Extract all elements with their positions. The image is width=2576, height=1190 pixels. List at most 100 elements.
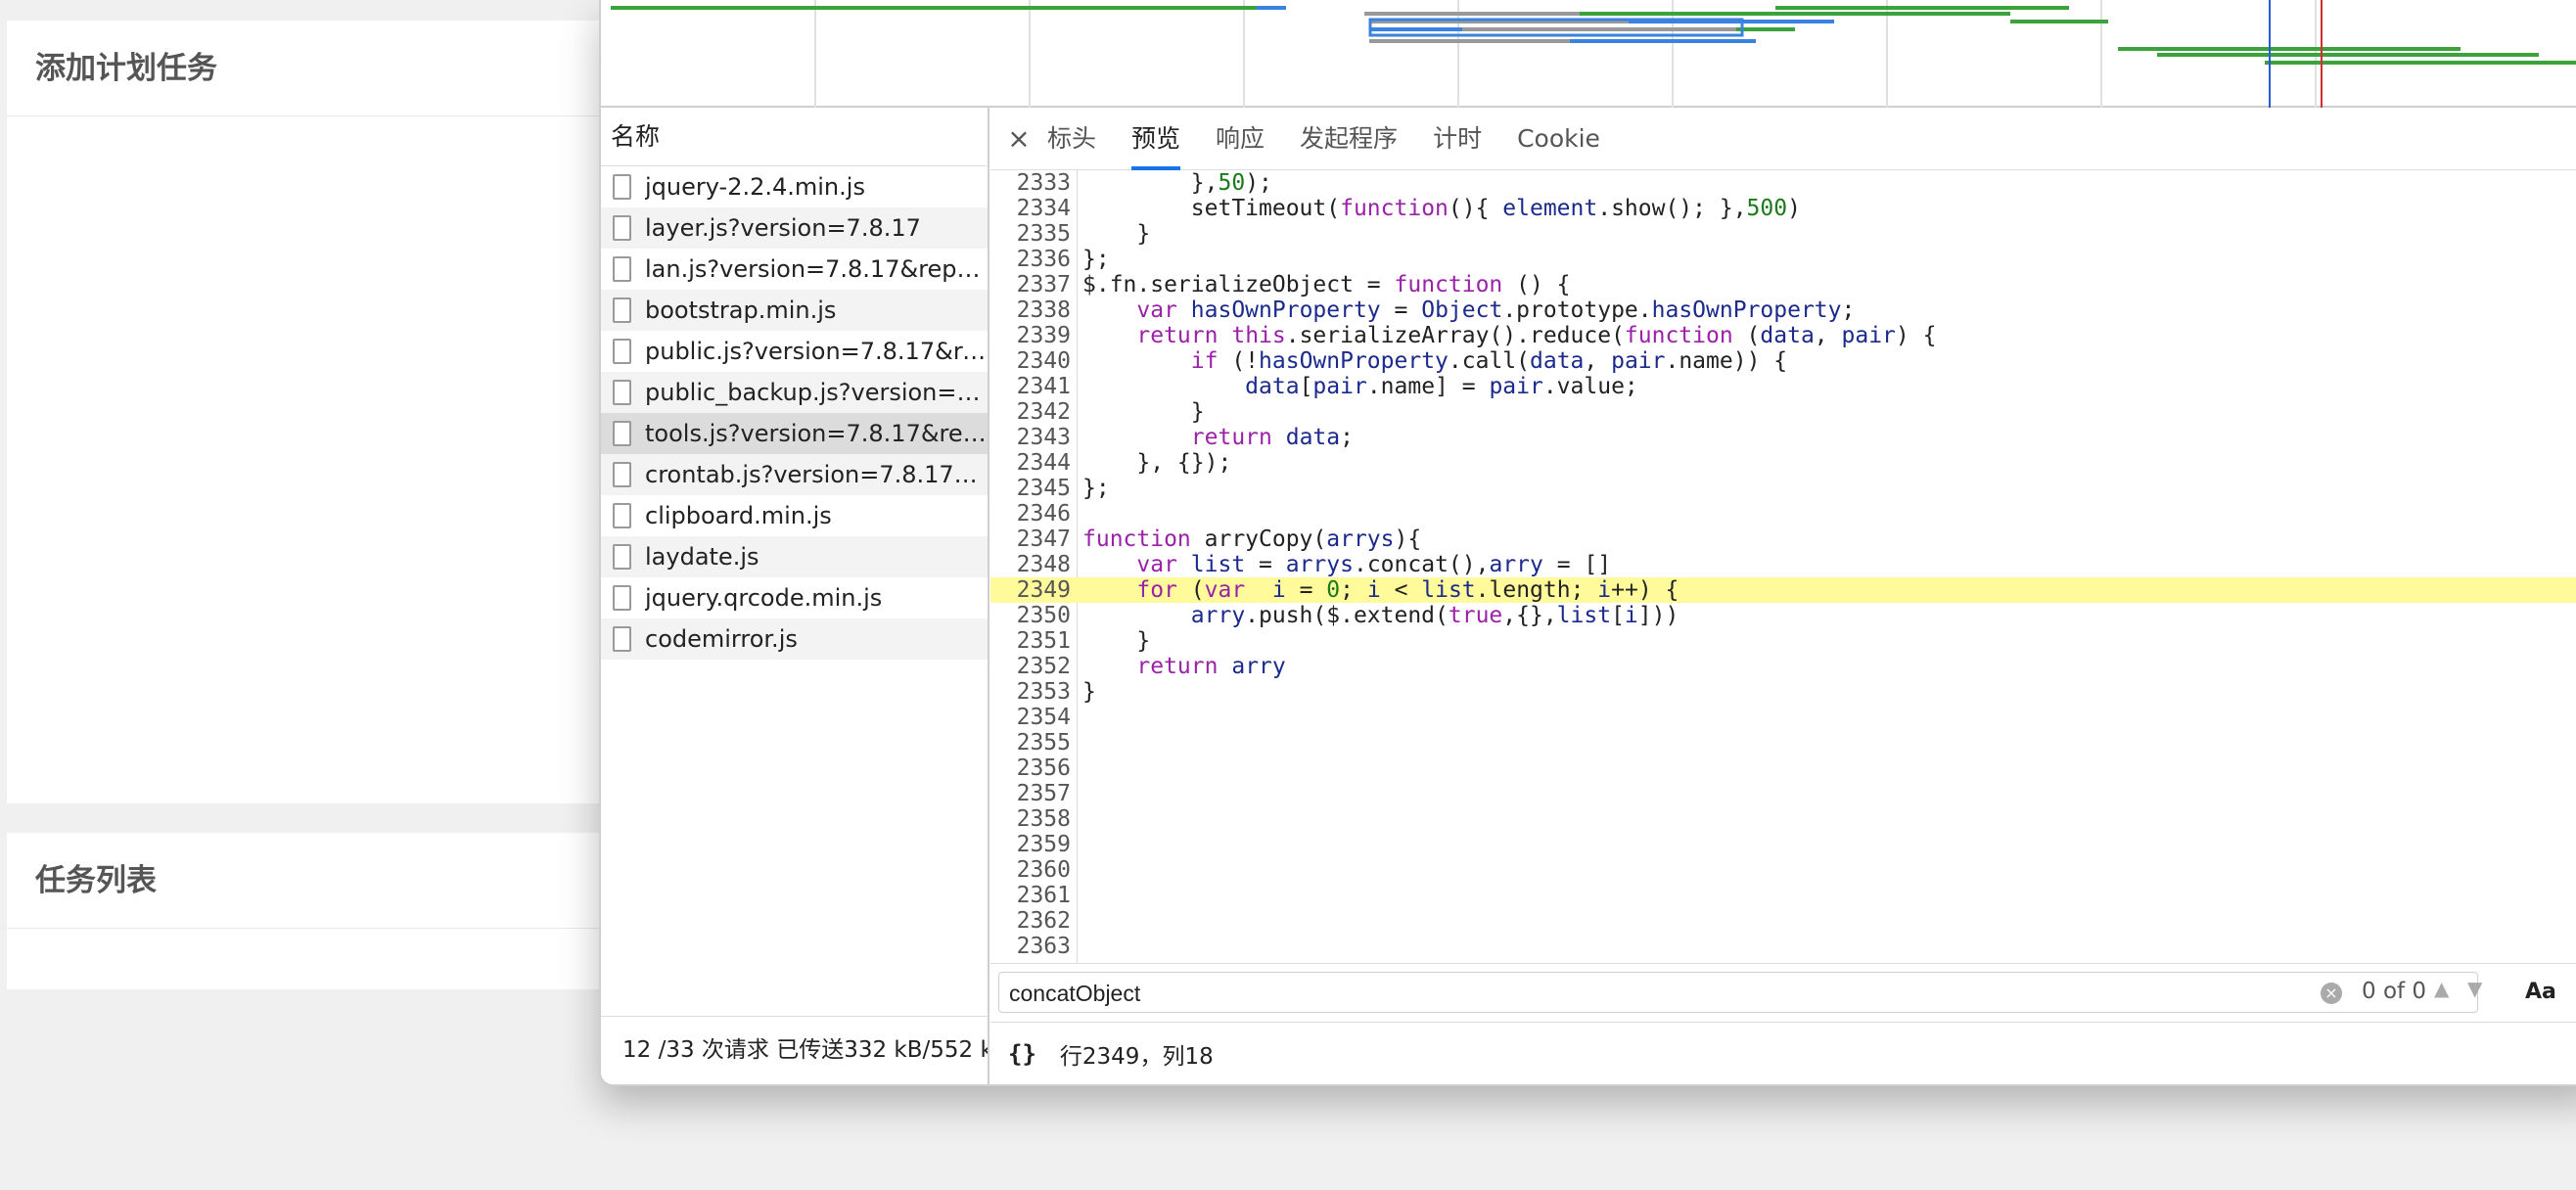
line-text: $.fn.serializeObject = function () { [1082,272,1571,298]
line-number: 2335 [1016,221,1071,247]
line-number: 2339 [1016,323,1071,348]
code-line: 2358 [990,806,2576,832]
line-text: arry.push($.extend(true,{},list[i])) [1190,603,1679,628]
tab-headers[interactable]: 标头 [1047,108,1096,170]
file-row[interactable]: public_backup.js?version=7.… [601,372,988,413]
line-number: 2340 [1016,348,1071,374]
line-number: 2357 [1016,781,1071,806]
line-number: 2333 [1016,170,1071,196]
line-number: 2336 [1016,247,1071,272]
code-line: 2347 function arryCopy(arrys){ [990,526,2576,552]
line-text: return data; [1190,425,1354,450]
code-line: 2338 var hasOwnProperty = Object.prototy… [990,298,2576,323]
code-line: 2355 [990,730,2576,755]
line-text: }; [1082,476,1110,501]
line-number: 2360 [1016,857,1071,883]
chevron-down-icon[interactable]: ▼ [2467,977,2482,1000]
file-name: jquery.qrcode.min.js [645,584,883,612]
line-text: data[pair.name] = pair.value; [1245,374,1638,399]
file-row[interactable]: jquery-2.2.4.min.js [601,166,988,207]
file-icon [613,626,631,652]
file-row[interactable]: crontab.js?version=7.8.17&re… [601,454,988,495]
line-text: } [1082,628,1151,654]
line-text: for (var i = 0; i < list.length; i++) { [1136,577,1679,603]
file-icon [613,380,631,405]
tab-initiator[interactable]: 发起程序 [1300,108,1398,170]
line-number: 2352 [1016,654,1071,679]
tab-preview[interactable]: 预览 [1131,108,1181,170]
line-number: 2354 [1016,705,1071,730]
code-line: 2336}; [990,247,2576,272]
file-row[interactable]: laydate.js [601,536,988,577]
line-text: var hasOwnProperty = Object.prototype.ha… [1136,298,1856,323]
file-row[interactable]: layer.js?version=7.8.17 [601,207,988,249]
line-number: 2362 [1016,908,1071,934]
file-icon [613,256,631,282]
code-line: 2343 return data; [990,425,2576,450]
line-text: },50); [1082,170,1272,196]
line-number: 2347 [1016,526,1071,552]
file-name: jquery-2.2.4.min.js [645,173,865,201]
code-line: 2351 } [990,628,2576,654]
pretty-print-button[interactable]: {} [1008,1040,1036,1068]
code-line: 2352 return arry [990,654,2576,679]
code-line: 2341 data[pair.name] = pair.value; [990,374,2576,399]
code-line: 2362 [990,908,2576,934]
code-line: 2354 [990,705,2576,730]
file-row[interactable]: jquery.qrcode.min.js [601,577,988,618]
timeline-chart [611,0,2576,108]
chevron-up-icon[interactable]: ▲ [2434,977,2449,1000]
preview-status-bar: {} 行2349，列18 [990,1022,2576,1084]
clear-circle-icon[interactable]: × [2321,983,2342,1004]
file-name: codemirror.js [645,625,798,653]
file-name: crontab.js?version=7.8.17&re… [645,461,988,488]
file-icon [613,585,631,611]
tab-cookie[interactable]: Cookie [1517,108,1600,170]
file-name: public_backup.js?version=7.… [645,379,988,406]
line-text: return arry [1136,654,1286,679]
code-line: 2361 [990,883,2576,908]
code-line: 2333 },50); [990,170,2576,196]
line-number: 2344 [1016,450,1071,476]
tab-response[interactable]: 响应 [1216,108,1265,170]
code-line: 2356 [990,755,2576,781]
code-line: 2346 [990,501,2576,526]
tab-timing[interactable]: 计时 [1433,108,1482,170]
line-number: 2343 [1016,425,1071,450]
search-input[interactable] [1007,976,2234,1011]
line-number: 2348 [1016,552,1071,577]
network-overview-timeline[interactable] [601,0,2576,108]
file-name: laydate.js [645,543,759,571]
match-case-button[interactable]: Aa [2525,980,2556,1004]
line-text: function arryCopy(arrys){ [1082,526,1422,552]
panel-add-task: 添加计划任务 [7,21,599,803]
code-line: 2360 [990,857,2576,883]
file-row[interactable]: public.js?version=7.8.17&rep… [601,331,988,372]
code-line: 2348 var list = arrys.concat(),arry = [] [990,552,2576,577]
code-line: 2357 [990,781,2576,806]
line-number: 2350 [1016,603,1071,628]
file-row[interactable]: lan.js?version=7.8.17&repair… [601,249,988,290]
file-icon [613,544,631,570]
file-row[interactable]: clipboard.min.js [601,495,988,536]
file-row[interactable]: codemirror.js [601,618,988,660]
close-icon[interactable]: × [990,122,1047,155]
file-name: bootstrap.min.js [645,297,837,324]
line-number: 2342 [1016,399,1071,425]
line-number: 2338 [1016,298,1071,323]
panel-title-add-task: 添加计划任务 [7,21,599,116]
code-viewer[interactable]: 2333 },50); 2334 setTimeout(function(){ e… [990,170,2576,963]
name-column-header[interactable]: 名称 [601,108,988,166]
cursor-position: 行2349，列18 [1059,1043,1214,1070]
line-text: } [1082,221,1151,247]
line-number: 2358 [1016,806,1071,832]
code-line: 2340 if (!hasOwnProperty.call(data, pair… [990,348,2576,374]
file-row-selected[interactable]: tools.js?version=7.8.17&repa… [601,413,988,454]
file-name: tools.js?version=7.8.17&repa… [645,420,988,447]
file-name: lan.js?version=7.8.17&repair… [645,255,988,283]
code-line: 2342 } [990,399,2576,425]
file-row[interactable]: bootstrap.min.js [601,290,988,331]
code-line: 2353} [990,679,2576,705]
search-bar: × 0 of 0 ▲ ▼ Aa [990,963,2576,1022]
request-list: 名称 jquery-2.2.4.min.js layer.js?version=… [601,108,989,1084]
